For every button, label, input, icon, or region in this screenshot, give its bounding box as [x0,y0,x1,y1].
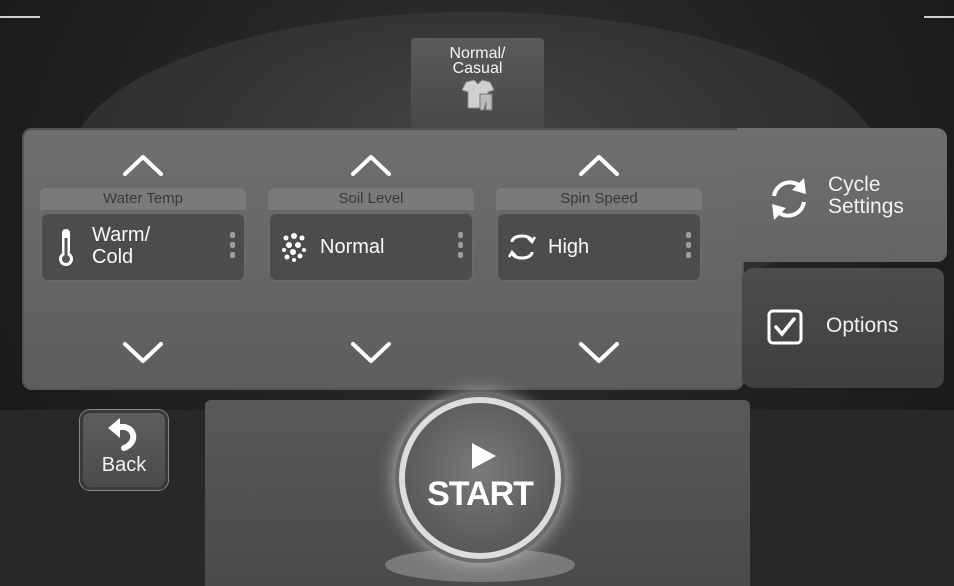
back-button[interactable]: Back [80,410,168,490]
options-button[interactable]: Options [762,305,932,349]
spin-speed-control: Spin Speed High [496,104,702,364]
soil-level-up-arrow[interactable] [349,152,393,178]
water-temp-header: Water Temp [40,188,246,210]
floor-right [749,410,954,586]
soil-icon [282,233,306,262]
start-button[interactable]: START [405,403,555,553]
water-temp-down-arrow[interactable] [121,340,165,366]
soil-level-down-arrow[interactable] [349,340,393,366]
spin-speed-value: High [548,236,590,258]
water-temp-value-box[interactable]: Warm/ Cold [40,212,246,282]
soil-level-control: Soil Level Normal [268,104,474,364]
cycle-refresh-icon [772,178,806,220]
spin-speed-value-box[interactable]: High [496,212,702,282]
cycle-settings-button[interactable]: Cycle Settings [762,168,937,232]
spin-icon [508,234,536,260]
soil-level-header: Soil Level [268,188,474,210]
soil-level-scroll-dots [458,232,464,262]
start-label: START [427,475,534,513]
water-temp-value: Warm/ Cold [92,224,151,268]
options-label: Options [826,314,899,337]
cycle-name: Normal/ Casual [449,45,506,77]
start-shadow [385,548,575,582]
top-right-line [924,16,954,18]
soil-level-value: Normal [320,236,385,258]
water-temp-scroll-dots [230,232,236,262]
play-icon [472,443,496,469]
spin-speed-down-arrow[interactable] [577,340,621,366]
water-temp-up-arrow[interactable] [121,152,165,178]
thermometer-icon [59,229,73,266]
checkbox-icon [767,309,803,345]
back-label: Back [101,454,147,476]
soil-level-value-box[interactable]: Normal [268,212,474,282]
water-temp-control: Water Temp Warm/ Cold [40,104,246,364]
spin-speed-scroll-dots [686,232,692,262]
cycle-settings-label: Cycle Settings [828,173,904,218]
washer-control-screen: Normal/ Casual Water Temp Warm/ Cold Soi… [0,0,954,586]
spin-speed-up-arrow[interactable] [577,152,621,178]
spin-speed-header: Spin Speed [496,188,702,210]
top-left-line [0,16,40,18]
back-arrow-icon [108,418,137,451]
